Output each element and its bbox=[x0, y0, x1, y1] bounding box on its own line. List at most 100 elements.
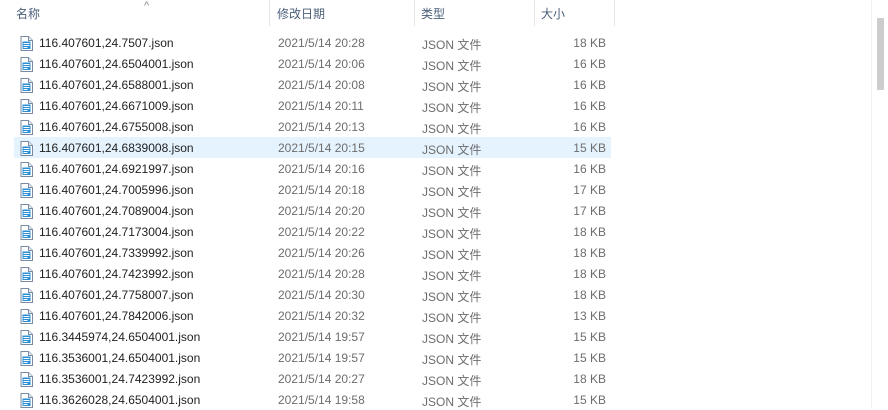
file-row[interactable]: 116.407601,24.7507.json 2021/5/14 20:28 JS… bbox=[14, 32, 611, 53]
file-type: JSON 文件 bbox=[422, 374, 482, 388]
file-size: 17 KB bbox=[573, 183, 606, 197]
file-modified-date: 2021/5/14 20:15 bbox=[278, 141, 365, 155]
file-row[interactable]: 116.407601,24.7339992.json 2021/5/14 20:2… bbox=[14, 242, 611, 263]
json-file-icon bbox=[20, 372, 33, 387]
column-header-type-label: 类型 bbox=[421, 7, 446, 21]
file-name: 116.407601,24.7423992.json bbox=[39, 267, 194, 281]
file-row[interactable]: 116.3536001,24.7423992.json 2021/5/14 20:… bbox=[14, 368, 611, 389]
file-row[interactable]: 116.407601,24.6588001.json 2021/5/14 20:0… bbox=[14, 74, 611, 95]
file-name: 116.407601,24.6588001.json bbox=[39, 78, 194, 92]
json-file-icon bbox=[20, 57, 33, 72]
file-type: JSON 文件 bbox=[422, 101, 482, 115]
file-size: 16 KB bbox=[573, 162, 606, 176]
file-type: JSON 文件 bbox=[422, 248, 482, 262]
file-size: 18 KB bbox=[573, 246, 606, 260]
file-size: 18 KB bbox=[573, 36, 606, 50]
file-name: 116.407601,24.6504001.json bbox=[39, 57, 194, 71]
file-name: 116.407601,24.6671009.json bbox=[39, 99, 194, 113]
file-size: 18 KB bbox=[573, 225, 606, 239]
column-header-date[interactable]: 修改日期 bbox=[271, 0, 415, 26]
file-row[interactable]: 116.407601,24.7758007.json 2021/5/14 20:3… bbox=[14, 284, 611, 305]
json-file-icon bbox=[20, 288, 33, 303]
column-header-size[interactable]: 大小 bbox=[535, 0, 615, 26]
file-size: 15 KB bbox=[573, 351, 606, 365]
file-modified-date: 2021/5/14 20:26 bbox=[278, 246, 365, 260]
file-name: 116.407601,24.7089004.json bbox=[39, 204, 194, 218]
file-modified-date: 2021/5/14 20:06 bbox=[278, 57, 365, 71]
column-header-name[interactable]: 名称 ^ bbox=[10, 0, 270, 26]
file-size: 15 KB bbox=[573, 330, 606, 344]
file-type: JSON 文件 bbox=[422, 311, 482, 325]
file-row[interactable]: 116.3536001,24.6504001.json 2021/5/14 19:… bbox=[14, 347, 611, 368]
file-size: 16 KB bbox=[573, 99, 606, 113]
file-size: 15 KB bbox=[573, 393, 606, 407]
file-type: JSON 文件 bbox=[422, 38, 482, 52]
file-type: JSON 文件 bbox=[422, 395, 482, 409]
file-name: 116.407601,24.6839008.json bbox=[39, 141, 194, 155]
json-file-icon bbox=[20, 36, 33, 51]
file-row[interactable]: 116.407601,24.7005996.json 2021/5/14 20:1… bbox=[14, 179, 611, 200]
file-modified-date: 2021/5/14 20:13 bbox=[278, 120, 365, 134]
file-type: JSON 文件 bbox=[422, 269, 482, 283]
file-modified-date: 2021/5/14 20:28 bbox=[278, 267, 365, 281]
sort-ascending-icon: ^ bbox=[144, 0, 150, 12]
file-name: 116.407601,24.7005996.json bbox=[39, 183, 194, 197]
file-type: JSON 文件 bbox=[422, 353, 482, 367]
file-row[interactable]: 116.407601,24.6839008.json 2021/5/14 20:1… bbox=[14, 137, 611, 158]
file-row[interactable]: 116.3626028,24.6504001.json 2021/5/14 19:… bbox=[14, 389, 611, 410]
file-size: 18 KB bbox=[573, 288, 606, 302]
file-row[interactable]: 116.407601,24.7089004.json 2021/5/14 20:2… bbox=[14, 200, 611, 221]
file-modified-date: 2021/5/14 20:18 bbox=[278, 183, 365, 197]
json-file-icon bbox=[20, 330, 33, 345]
column-header-type[interactable]: 类型 bbox=[415, 0, 535, 26]
file-size: 18 KB bbox=[573, 267, 606, 281]
scrollbar-thumb[interactable] bbox=[877, 18, 884, 90]
file-type: JSON 文件 bbox=[422, 227, 482, 241]
file-row[interactable]: 116.407601,24.7173004.json 2021/5/14 20:2… bbox=[14, 221, 611, 242]
json-file-icon bbox=[20, 393, 33, 408]
file-modified-date: 2021/5/14 19:58 bbox=[278, 393, 365, 407]
file-row[interactable]: 116.407601,24.6671009.json 2021/5/14 20:1… bbox=[14, 95, 611, 116]
vertical-scrollbar[interactable] bbox=[871, 0, 888, 408]
file-name: 116.3536001,24.7423992.json bbox=[39, 372, 201, 386]
file-modified-date: 2021/5/14 20:32 bbox=[278, 309, 365, 323]
file-row[interactable]: 116.407601,24.6921997.json 2021/5/14 20:1… bbox=[14, 158, 611, 179]
file-size: 16 KB bbox=[573, 120, 606, 134]
json-file-icon bbox=[20, 120, 33, 135]
file-type: JSON 文件 bbox=[422, 143, 482, 157]
file-size: 16 KB bbox=[573, 57, 606, 71]
json-file-icon bbox=[20, 204, 33, 219]
json-file-icon bbox=[20, 267, 33, 282]
file-row[interactable]: 116.407601,24.6755008.json 2021/5/14 20:1… bbox=[14, 116, 611, 137]
file-row[interactable]: 116.407601,24.7842006.json 2021/5/14 20:3… bbox=[14, 305, 611, 326]
file-modified-date: 2021/5/14 19:57 bbox=[278, 351, 365, 365]
file-modified-date: 2021/5/14 20:28 bbox=[278, 36, 365, 50]
file-name: 116.407601,24.7507.json bbox=[39, 36, 174, 50]
column-header-size-label: 大小 bbox=[541, 7, 566, 21]
file-type: JSON 文件 bbox=[422, 164, 482, 178]
file-name: 116.407601,24.7339992.json bbox=[39, 246, 194, 260]
file-row[interactable]: 116.3445974,24.6504001.json 2021/5/14 19:… bbox=[14, 326, 611, 347]
file-name: 116.407601,24.7842006.json bbox=[39, 309, 194, 323]
column-header-date-label: 修改日期 bbox=[277, 7, 326, 21]
column-header-bar: 名称 ^ 修改日期 类型 大小 bbox=[0, 0, 870, 26]
file-type: JSON 文件 bbox=[422, 122, 482, 136]
file-name: 116.407601,24.6755008.json bbox=[39, 120, 194, 134]
file-type: JSON 文件 bbox=[422, 290, 482, 304]
json-file-icon bbox=[20, 225, 33, 240]
file-name: 116.3445974,24.6504001.json bbox=[39, 330, 201, 344]
file-name: 116.407601,24.6921997.json bbox=[39, 162, 194, 176]
file-name: 116.3536001,24.6504001.json bbox=[39, 351, 201, 365]
file-size: 13 KB bbox=[573, 309, 606, 323]
file-row[interactable]: 116.407601,24.7423992.json 2021/5/14 20:2… bbox=[14, 263, 611, 284]
file-name: 116.407601,24.7758007.json bbox=[39, 288, 194, 302]
file-type: JSON 文件 bbox=[422, 80, 482, 94]
file-modified-date: 2021/5/14 20:30 bbox=[278, 288, 365, 302]
file-modified-date: 2021/5/14 20:11 bbox=[278, 99, 364, 113]
file-modified-date: 2021/5/14 20:22 bbox=[278, 225, 365, 239]
file-modified-date: 2021/5/14 20:16 bbox=[278, 162, 365, 176]
file-size: 18 KB bbox=[573, 372, 606, 386]
file-modified-date: 2021/5/14 19:57 bbox=[278, 330, 365, 344]
file-type: JSON 文件 bbox=[422, 185, 482, 199]
file-row[interactable]: 116.407601,24.6504001.json 2021/5/14 20:0… bbox=[14, 53, 611, 74]
